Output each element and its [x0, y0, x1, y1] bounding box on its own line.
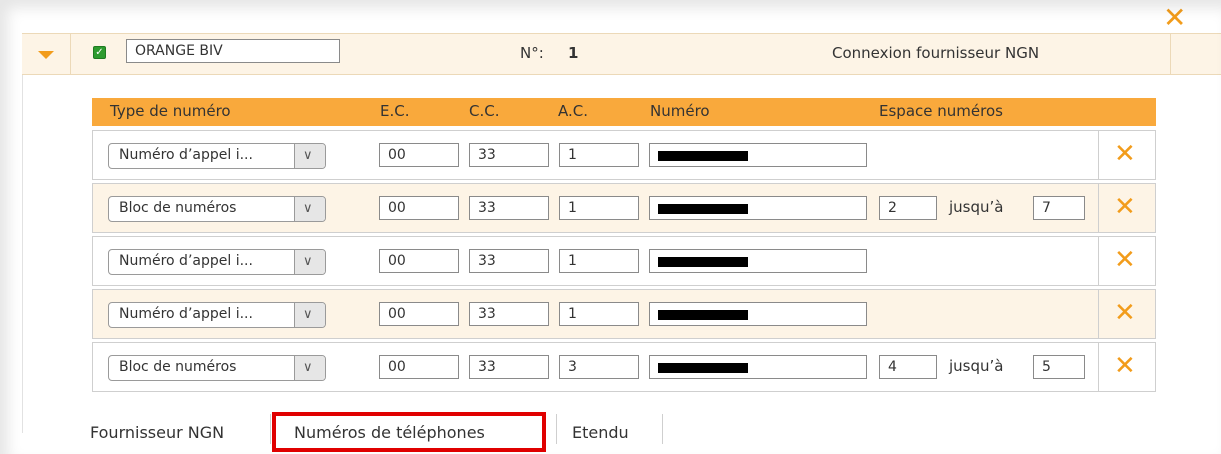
chevron-down-icon: ∨ — [303, 307, 313, 322]
table-row: Bloc de numéros ∨ 00 33 1 2 jusqu’à 7 ✕ — [92, 183, 1156, 233]
delete-cell: ✕ — [1098, 237, 1155, 285]
chevron-down-icon: ∨ — [303, 148, 313, 163]
ec-input[interactable]: 00 — [379, 249, 459, 273]
dropdown-button[interactable]: ∨ — [294, 144, 325, 168]
provider-number-label: N°: — [520, 44, 544, 62]
ac-input[interactable]: 3 — [559, 355, 639, 379]
provider-name-input[interactable]: ORANGE BIV — [126, 39, 340, 63]
col-ac-header: A.C. — [558, 102, 589, 120]
collapse-cell[interactable] — [22, 34, 71, 74]
col-espace-header: Espace numéros — [879, 102, 1003, 120]
provider-close-cell — [1170, 34, 1221, 74]
tab-divider — [556, 414, 557, 444]
numero-input[interactable] — [649, 143, 867, 167]
number-type-select[interactable]: Numéro d’appel i... ∨ — [108, 143, 326, 169]
chevron-down-icon: ∨ — [303, 254, 313, 269]
delete-cell: ✕ — [1098, 290, 1155, 338]
provider-header: ✓ ORANGE BIV N°: 1 Connexion fournisseur… — [22, 33, 1221, 75]
range-from-input[interactable]: 2 — [879, 196, 937, 220]
ec-input[interactable]: 00 — [379, 143, 459, 167]
highlight-box — [272, 412, 546, 452]
col-cc-header: C.C. — [469, 102, 500, 120]
table-row: Numéro d’appel i... ∨ 00 33 1 ✕ — [92, 130, 1156, 180]
col-ec-header: E.C. — [380, 102, 410, 120]
number-type-value: Numéro d’appel i... — [119, 253, 253, 269]
delete-row-icon[interactable]: ✕ — [1114, 137, 1136, 171]
chevron-down-icon: ∨ — [303, 360, 313, 375]
delete-cell: ✕ — [1098, 131, 1155, 179]
cc-input[interactable]: 33 — [469, 355, 549, 379]
delete-row-icon[interactable]: ✕ — [1114, 190, 1136, 224]
delete-row-icon[interactable]: ✕ — [1114, 349, 1136, 383]
redaction-bar — [658, 310, 748, 320]
dropdown-button[interactable]: ∨ — [294, 303, 325, 327]
col-numero-header: Numéro — [650, 102, 710, 120]
col-type-header: Type de numéro — [110, 102, 231, 120]
cc-input[interactable]: 33 — [469, 302, 549, 326]
redaction-bar — [658, 257, 748, 267]
range-separator-label: jusqu’à — [949, 198, 1004, 216]
ac-input[interactable]: 1 — [559, 302, 639, 326]
number-type-value: Numéro d’appel i... — [119, 147, 253, 163]
redaction-bar — [658, 204, 748, 214]
dropdown-button[interactable]: ∨ — [294, 197, 325, 221]
provider-enabled-checkbox[interactable]: ✓ — [93, 46, 106, 59]
connection-title: Connexion fournisseur NGN — [832, 44, 1040, 62]
table-row: Numéro d’appel i... ∨ 00 33 1 ✕ — [92, 289, 1156, 339]
number-type-value: Numéro d’appel i... — [119, 306, 253, 322]
numero-input[interactable] — [649, 355, 867, 379]
dropdown-button[interactable]: ∨ — [294, 250, 325, 274]
cc-input[interactable]: 33 — [469, 196, 549, 220]
number-type-select[interactable]: Bloc de numéros ∨ — [108, 355, 326, 381]
numbers-table-header: Type de numéro E.C. C.C. A.C. Numéro Esp… — [92, 98, 1156, 126]
redaction-bar — [658, 151, 748, 161]
delete-cell: ✕ — [1098, 343, 1155, 391]
range-to-input[interactable]: 7 — [1033, 196, 1085, 220]
ec-input[interactable]: 00 — [379, 302, 459, 326]
tab-label: Fournisseur NGN — [90, 423, 225, 442]
tab-divider — [270, 414, 271, 444]
cc-input[interactable]: 33 — [469, 143, 549, 167]
dropdown-button[interactable]: ∨ — [294, 356, 325, 380]
tab-fournisseur-ngn[interactable]: Fournisseur NGN — [90, 414, 280, 454]
number-type-select[interactable]: Numéro d’appel i... ∨ — [108, 249, 326, 275]
range-to-input[interactable]: 5 — [1033, 355, 1085, 379]
numero-input[interactable] — [649, 249, 867, 273]
ac-input[interactable]: 1 — [559, 196, 639, 220]
cc-input[interactable]: 33 — [469, 249, 549, 273]
collapse-triangle-icon[interactable] — [38, 51, 54, 59]
numero-input[interactable] — [649, 196, 867, 220]
number-type-select[interactable]: Bloc de numéros ∨ — [108, 196, 326, 222]
table-row: Numéro d’appel i... ∨ 00 33 1 ✕ — [92, 236, 1156, 286]
chevron-down-icon: ∨ — [303, 201, 313, 216]
number-type-value: Bloc de numéros — [119, 359, 237, 375]
number-type-value: Bloc de numéros — [119, 200, 237, 216]
delete-cell: ✕ — [1098, 184, 1155, 232]
provider-close-icon[interactable]: ✕ — [1163, 2, 1186, 34]
range-from-input[interactable]: 4 — [879, 355, 937, 379]
range-separator-label: jusqu’à — [949, 357, 1004, 375]
delete-row-icon[interactable]: ✕ — [1114, 243, 1136, 277]
table-row: Bloc de numéros ∨ 00 33 3 4 jusqu’à 5 ✕ — [92, 342, 1156, 392]
redaction-bar — [658, 363, 748, 373]
tab-label: Etendu — [572, 423, 629, 442]
delete-row-icon[interactable]: ✕ — [1114, 296, 1136, 330]
ac-input[interactable]: 1 — [559, 249, 639, 273]
tab-etendu[interactable]: Etendu — [568, 414, 658, 454]
ec-input[interactable]: 00 — [379, 196, 459, 220]
numero-input[interactable] — [649, 302, 867, 326]
ac-input[interactable]: 1 — [559, 143, 639, 167]
tab-divider — [662, 414, 663, 444]
number-type-select[interactable]: Numéro d’appel i... ∨ — [108, 302, 326, 328]
provider-number-value: 1 — [568, 44, 579, 62]
ec-input[interactable]: 00 — [379, 355, 459, 379]
